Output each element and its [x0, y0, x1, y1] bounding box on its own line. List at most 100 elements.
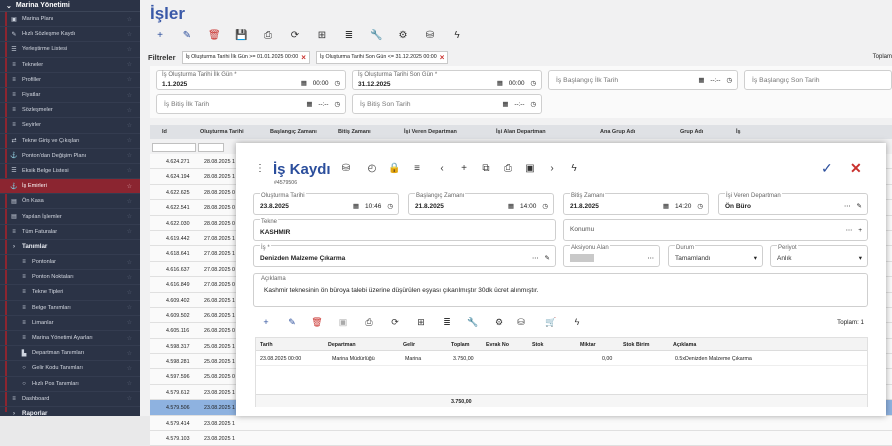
clock-icon[interactable]: ◷ — [531, 80, 537, 87]
column-header[interactable]: Tarih — [260, 342, 273, 348]
plus-icon[interactable]: + — [260, 317, 272, 327]
column-header[interactable]: Grup Adı — [680, 129, 703, 135]
sidebar-item[interactable]: › Raporlar — [0, 407, 140, 416]
star-icon[interactable]: ☆ — [127, 92, 132, 99]
star-icon[interactable]: ☆ — [127, 122, 132, 129]
column-filter-input[interactable] — [198, 143, 224, 152]
column-header[interactable]: Başlangıç Zamanı — [270, 129, 317, 135]
star-icon[interactable]: ☆ — [127, 395, 132, 402]
sidebar-item[interactable]: ▙ Departman Tanımları ☆ — [0, 346, 140, 362]
column-header[interactable]: Oluşturma Tarihi — [200, 129, 244, 135]
column-header[interactable]: Stok Birim — [623, 342, 650, 348]
sidebar-item[interactable]: ≡ Marina Yönetimi Ayarları ☆ — [0, 331, 140, 347]
calendar-icon[interactable]: ▦ — [698, 77, 704, 84]
star-icon[interactable]: ☆ — [127, 61, 132, 68]
gear-icon[interactable]: ⚙ — [397, 30, 409, 41]
copy-icon[interactable]: ⧉ — [480, 163, 492, 174]
save-icon[interactable]: ▣ — [524, 163, 536, 174]
aciklama-textarea[interactable]: Açıklama Kashmir teknesinin ön büroya ta… — [253, 273, 868, 307]
more-icon[interactable]: ⋯ — [846, 226, 853, 234]
more-icon[interactable]: ⋯ — [648, 254, 655, 262]
close-icon[interactable]: × — [301, 53, 306, 62]
aksiyonu-alan-field[interactable]: Aksiyonu Alan ⋯ — [563, 245, 660, 267]
end-first-field[interactable]: İş Bitiş İlk Tarih ▦ --:-- ◷ — [156, 94, 346, 114]
filter-chip-created-first[interactable]: İş Oluşturma Tarihi İlk Gün >= 01.01.202… — [181, 50, 310, 64]
sidebar-item[interactable]: ≡ Profiller ☆ — [0, 73, 140, 88]
column-header[interactable]: İş — [736, 129, 741, 135]
clock-icon[interactable]: ◷ — [727, 77, 733, 84]
bolt-icon[interactable]: ϟ — [571, 317, 583, 327]
sidebar-item[interactable]: ≡ Tekne Tipleri ☆ — [0, 285, 140, 301]
column-header[interactable]: Evrak No — [486, 342, 509, 348]
sidebar-item[interactable]: ≡ Tüm Faturalar ☆ — [0, 225, 140, 240]
close-icon[interactable]: ✕ — [850, 160, 862, 177]
sidebar-item[interactable]: ≡ Ponton Noktaları ☆ — [0, 270, 140, 286]
sidebar-item[interactable]: ○ Hızlı Pos Tanımları ☆ — [0, 377, 140, 392]
is-field[interactable]: İş * Denizden Malzeme Çıkarma ⋯ ✎ — [253, 245, 556, 267]
start-first-field[interactable]: İş Başlangıç İlk Tarih ▦ --:-- ◷ — [548, 70, 738, 90]
column-header[interactable]: Açıklama — [673, 342, 696, 348]
wrench-icon[interactable]: 🔧 — [370, 30, 382, 41]
print-icon[interactable]: ⎙ — [262, 30, 274, 41]
column-header[interactable]: Ana Grup Adı — [600, 129, 635, 135]
refresh-icon[interactable]: ⟳ — [389, 317, 401, 328]
created-last-field[interactable]: İş Oluşturma Tarihi Son Gün * 31.12.2025… — [352, 70, 542, 90]
more-icon[interactable]: ⋯ — [532, 254, 539, 262]
trash-icon[interactable]: 🗑 — [311, 317, 323, 328]
sidebar-item[interactable]: ≡ Fiyatlar ☆ — [0, 88, 140, 104]
plus-icon[interactable]: + — [154, 30, 166, 41]
sidebar-item[interactable]: ✎ Hızlı Sözleşme Kaydı ☆ — [0, 27, 140, 43]
sidebar-item[interactable]: › Tanımlar — [0, 240, 140, 255]
trash-icon[interactable]: 🗑 — [208, 30, 221, 41]
konumu-field[interactable]: Konumu ⋯ + — [563, 219, 868, 241]
star-icon[interactable]: ☆ — [127, 289, 132, 296]
created-first-field[interactable]: İş Oluşturma Tarihi İlk Gün * 1.1.2025 ▦… — [156, 70, 346, 90]
pencil-icon[interactable]: ✎ — [545, 254, 550, 262]
sidebar-item[interactable]: ≡ Pontonlar ☆ — [0, 255, 140, 271]
sidebar-item[interactable]: ▣ Marina Planı ☆ — [0, 12, 140, 28]
database-icon[interactable]: ⛁ — [340, 163, 352, 174]
chevron-right-icon[interactable]: › — [546, 163, 558, 174]
detail-row[interactable]: 23.08.2025 00:00 Marina Müdürlüğü Marina… — [256, 352, 867, 366]
calendar-icon[interactable]: ▦ — [508, 202, 514, 210]
sidebar-item[interactable]: ☰ Eksik Belge Listesi ☆ — [0, 164, 140, 180]
bolt-icon[interactable]: ϟ — [451, 30, 463, 41]
sidebar-item[interactable]: ≡ Tekneler ☆ — [0, 58, 140, 73]
table-row[interactable]: 4.579.103 23.08.2025 1 — [150, 431, 892, 446]
sidebar-item[interactable]: ≡ Limanlar ☆ — [0, 316, 140, 331]
lock-icon[interactable]: 🔒 — [388, 163, 400, 174]
end-last-field[interactable]: İş Bitiş Son Tarih ▦ --:-- ◷ — [352, 94, 542, 114]
refresh-icon[interactable]: ⟳ — [289, 30, 301, 41]
star-icon[interactable]: ☆ — [127, 107, 132, 114]
olusturma-tarihi-field[interactable]: Oluşturma Tarihi 23.8.2025 ▦ 10:46 ◷ — [253, 193, 399, 215]
star-icon[interactable]: ☆ — [127, 350, 132, 357]
star-icon[interactable]: ☆ — [127, 304, 132, 311]
sidebar-item[interactable]: ⇄ Tekne Giriş ve Çıkışları ☆ — [0, 134, 140, 149]
list-icon[interactable]: ≣ — [441, 317, 453, 328]
chevron-left-icon[interactable]: ‹ — [436, 163, 448, 174]
bolt-icon[interactable]: ϟ — [568, 163, 580, 174]
star-icon[interactable]: ☆ — [127, 152, 132, 159]
wrench-icon[interactable]: 🔧 — [467, 317, 479, 328]
durum-select[interactable]: Durum Tamamlandı ▾ — [668, 245, 763, 267]
clock-icon[interactable]: ◷ — [542, 202, 548, 210]
more-vertical-icon[interactable]: ⋮ — [254, 163, 266, 174]
sidebar-item[interactable]: ⚓ İş Emirleri ☆ — [0, 179, 140, 195]
sidebar-header[interactable]: ⌄ Marina Yönetimi — [0, 0, 140, 12]
calendar-icon[interactable]: ▦ — [663, 202, 669, 210]
start-last-field[interactable]: İş Başlangıç Son Tarih — [744, 70, 892, 90]
column-header[interactable]: Departman — [328, 342, 356, 348]
star-icon[interactable]: ☆ — [127, 46, 132, 53]
filter-chip-created-last[interactable]: İş Oluşturma Tarihi Son Gün <= 31.12.202… — [315, 50, 449, 64]
chevron-down-icon[interactable]: ▾ — [859, 254, 862, 262]
sidebar-item[interactable]: ○ Gelir Kodu Tanımları ☆ — [0, 361, 140, 377]
edit-icon[interactable]: ✎ — [286, 317, 298, 328]
sidebar-item[interactable]: ▤ Ön Kasa ☆ — [0, 194, 140, 210]
table-row[interactable]: 4.579.414 23.08.2025 1 — [150, 415, 892, 432]
star-icon[interactable]: ☆ — [127, 16, 132, 23]
star-icon[interactable]: ☆ — [127, 198, 132, 205]
star-icon[interactable]: ☆ — [127, 137, 132, 144]
pencil-icon[interactable]: ✎ — [857, 202, 862, 210]
excel-icon[interactable]: ⊞ — [316, 30, 328, 41]
calendar-icon[interactable]: ▦ — [497, 80, 503, 87]
